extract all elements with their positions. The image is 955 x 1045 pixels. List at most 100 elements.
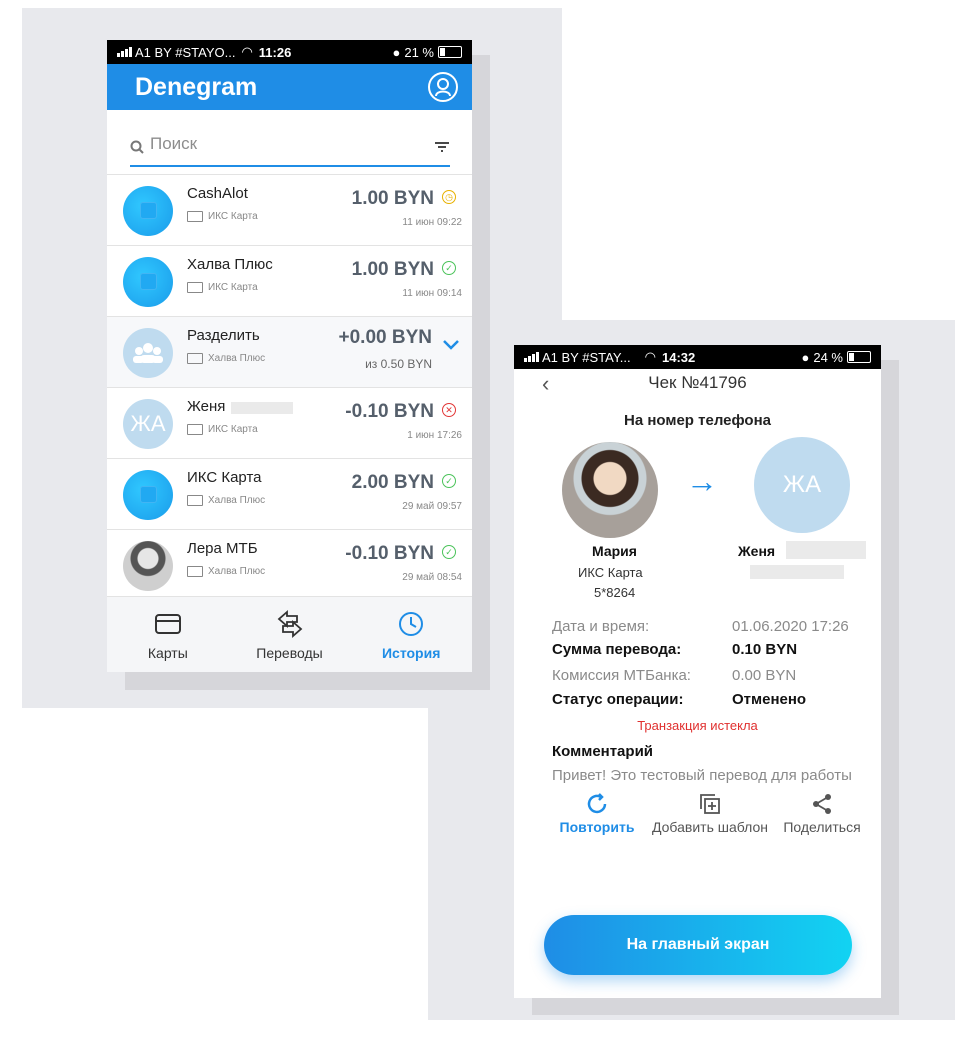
- redacted-block: [750, 565, 844, 579]
- share-label: Поделиться: [783, 819, 861, 835]
- receipt-header: ‹ Чек №41796: [514, 369, 881, 399]
- detail-value: 0.10 BYN: [732, 641, 798, 658]
- detail-value: 01.06.2020 17:26: [732, 618, 849, 635]
- transaction-date: 29 май 09:57: [402, 501, 462, 512]
- bottom-navigation: Карты Переводы История: [107, 596, 472, 672]
- redacted-block: [786, 541, 866, 559]
- transaction-split-total: из 0.50 BYN: [365, 357, 432, 371]
- transaction-amount: 1.00 BYN: [351, 259, 434, 280]
- receipt-screen: A1 BY #STAY... ◠ 14:32 ● 24 % ‹ Чек №417…: [514, 345, 881, 998]
- wifi-icon: ◠: [241, 44, 253, 59]
- signal-icon: [524, 352, 539, 362]
- card-icon: [187, 353, 203, 364]
- home-button[interactable]: На главный экран: [544, 915, 852, 975]
- transaction-source: Халва Плюс: [187, 495, 265, 506]
- card-icon: [187, 282, 203, 293]
- profile-icon: [435, 78, 451, 97]
- repeat-button[interactable]: Повторить: [552, 789, 642, 835]
- comment-label: Комментарий: [552, 743, 654, 760]
- transaction-amount: +0.00 BYN: [338, 327, 432, 348]
- receiver-avatar: ЖА: [754, 437, 850, 533]
- transaction-item[interactable]: CashAlot ИКС Карта 1.00 BYN ◷ 11 июн 09:…: [107, 174, 472, 245]
- detail-label: Дата и время:: [552, 618, 650, 635]
- card-icon: [154, 609, 182, 639]
- alarm-icon: ●: [801, 349, 810, 365]
- receipt-title: Чек №41796: [648, 373, 747, 392]
- sender-card-number: 5*8264: [594, 585, 636, 600]
- app-header: Denegram: [107, 64, 472, 110]
- transaction-item[interactable]: Лера МТБ Халва Плюс -0.10 BYN ✓ 29 май 0…: [107, 529, 472, 600]
- transaction-amount: -0.10 BYN: [345, 401, 434, 422]
- transaction-date: 1 июн 17:26: [407, 430, 462, 441]
- initials-avatar: ЖА: [123, 399, 173, 449]
- nav-cards-label: Карты: [147, 645, 188, 661]
- photo-avatar: [123, 541, 173, 591]
- profile-button[interactable]: [428, 72, 458, 102]
- detail-value: 0.00 BYN: [732, 667, 797, 684]
- failed-cross-icon: ✕: [442, 403, 456, 417]
- nav-transfers[interactable]: Переводы: [229, 597, 351, 672]
- status-bar: A1 BY #STAYO... ◠ 11:26 ● 21 %: [107, 40, 472, 64]
- nav-history[interactable]: История: [350, 597, 472, 672]
- transaction-item[interactable]: ИКС Карта Халва Плюс 2.00 BYN ✓ 29 май 0…: [107, 458, 472, 529]
- success-check-icon: ✓: [442, 545, 456, 559]
- card-icon: [187, 211, 203, 222]
- transfer-type: На номер телефона: [624, 412, 771, 429]
- transaction-date: 11 июн 09:14: [402, 288, 462, 299]
- card-avatar: [123, 470, 173, 520]
- transaction-amount: -0.10 BYN: [345, 543, 434, 564]
- history-screen: A1 BY #STAYO... ◠ 11:26 ● 21 % Denegram …: [107, 40, 472, 672]
- add-template-button[interactable]: Добавить шаблон: [642, 789, 778, 835]
- battery-percent: 21 %: [404, 44, 434, 60]
- carrier-label: A1 BY #STAY...: [542, 349, 631, 365]
- add-template-icon: [698, 789, 722, 819]
- status-time: 11:26: [258, 44, 292, 60]
- status-time: 14:32: [662, 349, 696, 365]
- signal-icon: [117, 47, 132, 57]
- chevron-down-icon[interactable]: [442, 339, 460, 351]
- transaction-name: CashAlot: [187, 185, 248, 202]
- detail-value: Отменено: [732, 691, 807, 708]
- filter-icon[interactable]: [434, 140, 450, 154]
- transaction-source: ИКС Карта: [187, 211, 258, 222]
- transaction-source: Халва Плюс: [187, 353, 265, 364]
- clock-icon: [398, 609, 424, 639]
- transaction-date: 11 июн 09:22: [402, 217, 462, 228]
- add-template-label: Добавить шаблон: [651, 819, 768, 835]
- battery-icon: [847, 351, 871, 363]
- card-icon: [187, 495, 203, 506]
- nav-cards[interactable]: Карты: [107, 597, 229, 672]
- transaction-name: Лера МТБ: [187, 540, 258, 557]
- search-icon: [130, 140, 144, 154]
- success-check-icon: ✓: [442, 261, 456, 275]
- transaction-item[interactable]: Халва Плюс ИКС Карта 1.00 BYN ✓ 11 июн 0…: [107, 245, 472, 316]
- group-icon: [133, 343, 163, 363]
- transaction-amount: 2.00 BYN: [351, 472, 434, 493]
- transaction-item[interactable]: Разделить Халва Плюс +0.00 BYN из 0.50 B…: [107, 316, 472, 387]
- search-input[interactable]: [144, 133, 434, 160]
- arrow-right-icon: →: [686, 463, 718, 499]
- nav-transfers-label: Переводы: [256, 645, 323, 661]
- search-bar: [107, 110, 472, 174]
- nav-history-label: История: [381, 645, 441, 661]
- transaction-item[interactable]: ЖА Женя ИКС Карта -0.10 BYN ✕ 1 июн 17:2…: [107, 387, 472, 458]
- repeat-label: Повторить: [559, 819, 635, 835]
- status-bar: A1 BY #STAY... ◠ 14:32 ● 24 %: [514, 345, 881, 369]
- repeat-icon: [585, 789, 609, 819]
- transaction-name: Разделить: [187, 327, 260, 344]
- detail-label: Комиссия МТБанка:: [552, 667, 691, 684]
- transaction-source: Халва Плюс: [187, 566, 265, 577]
- pending-clock-icon: ◷: [442, 190, 456, 204]
- battery-percent: 24 %: [813, 349, 843, 365]
- redacted-block: [231, 402, 293, 414]
- transaction-name: ИКС Карта: [187, 469, 262, 486]
- card-icon: [187, 424, 203, 435]
- sender-avatar: [562, 442, 658, 538]
- expired-note: Транзакция истекла: [637, 718, 758, 733]
- alarm-icon: ●: [392, 44, 401, 60]
- share-button[interactable]: Поделиться: [778, 789, 866, 835]
- card-icon: [187, 566, 203, 577]
- receipt-actions: Повторить Добавить шаблон Поделиться: [552, 789, 871, 835]
- sender-card: ИКС Карта: [578, 565, 643, 580]
- receiver-name: Женя: [738, 543, 776, 559]
